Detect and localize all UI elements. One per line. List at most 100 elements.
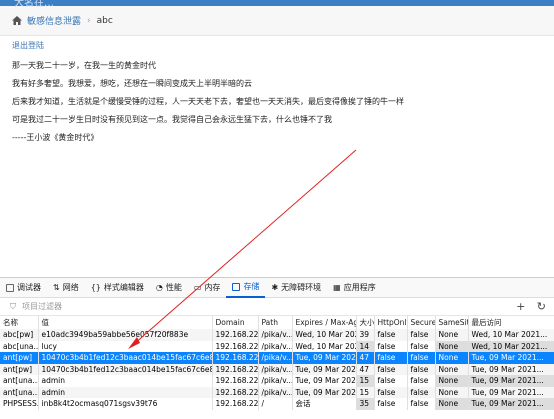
tab-debugger[interactable]: 调试器 [0,278,47,298]
table-cell: 192.168.22... [212,329,259,341]
table-cell: Tue, 09 Mar 2021... [468,363,554,375]
table-cell: false [374,340,408,352]
grid-icon: ▦ [333,283,341,292]
table-cell: Wed, 10 Mar 2021... [468,340,554,352]
table-cell: false [374,352,408,364]
table-cell: None [435,352,469,364]
tab-accessibility[interactable]: ✱ 无障碍环境 [265,278,327,298]
table-cell: 192.168.22... [212,352,259,364]
table-cell: lucy [38,340,213,352]
logout-link[interactable]: 退出登陆 [12,40,44,51]
table-cell: 192.168.22... [212,398,259,410]
tab-label: 无障碍环境 [281,283,322,292]
table-row[interactable]: ant[pw] 10470c3b4b1fed12c3baac014be15fac… [0,363,554,375]
column-header[interactable]: 值 [38,316,213,329]
table-cell: Tue, 09 Mar 2021... [468,352,554,364]
table-cell: PHPSESS... [0,398,39,410]
table-row[interactable]: ant[una... admin 192.168.22... /pika/v..… [0,386,554,398]
add-item-icon[interactable]: + [516,300,525,313]
table-cell: ant[una... [0,375,39,387]
table-cell: 192.168.22... [212,386,259,398]
refresh-icon[interactable]: ↻ [537,300,546,313]
table-cell: false [407,363,436,375]
table-cell: 39 [356,329,375,341]
poem-line: 可是我过二十一岁生日时没有预见到这一点。我觉得自己会永远生猛下去，什么也锤不了我 [12,115,332,124]
table-cell: 47 [356,363,375,375]
table-cell: false [407,352,436,364]
table-cell: 10470c3b4b1fed12c3baac014be15fac67c6e815 [38,352,213,364]
table-cell: 15 [356,375,375,387]
table-cell: abc[pw] [0,329,39,341]
table-row[interactable]: abc[una... lucy 192.168.22... /pika/v...… [0,340,554,352]
table-cell: 192.168.22... [212,375,259,387]
table-cell: Tue, 09 Mar 2021... [292,386,357,398]
tab-label: 应用程序 [343,283,376,292]
table-cell: abc[una... [0,340,39,352]
table-row-selected[interactable]: ant[pw] 10470c3b4b1fed12c3baac014be15fac… [0,352,554,364]
column-header[interactable]: Expires / Max-Age [292,316,357,329]
column-header[interactable]: Path [258,316,293,329]
breadcrumb-section-link[interactable]: 敏感信息泄露 [27,14,81,27]
cookie-table: 名称 值 Domain Path Expires / Max-Age 大小 Ht… [0,316,554,410]
table-cell: /pika/v... [258,386,293,398]
table-cell: 192.168.22... [212,340,259,352]
table-cell: Tue, 09 Mar 2021... [292,363,357,375]
table-cell: /pika/v... [258,375,293,387]
table-cell: 192.168.22... [212,363,259,375]
column-header[interactable]: Secure [407,316,436,329]
tab-application[interactable]: ▦ 应用程序 [327,278,382,298]
poem-line: 后来我才知道，生活就是个缓慢受锤的过程，人一天天老下去，奢望也一天天消失，最后变… [12,97,404,106]
table-cell: Tue, 09 Mar 2021... [292,375,357,387]
table-cell: ant[pw] [0,352,39,364]
home-icon[interactable] [12,16,22,25]
tab-label: 样式编辑器 [103,283,144,292]
table-cell: false [374,363,408,375]
tab-label: 调试器 [17,283,41,292]
table-cell: None [435,329,469,341]
table-cell: None [435,363,469,375]
table-row[interactable]: abc[pw] e10adc3949ba59abbe56e057f20f883e… [0,329,554,341]
breadcrumb: 敏感信息泄露 › abc [0,6,554,36]
breadcrumb-separator: › [87,15,91,26]
network-icon: ⇅ [53,283,60,292]
table-row[interactable]: PHPSESS... inb8k4t2ocmasq071sgsv39t76 19… [0,398,554,410]
column-header[interactable]: 最后访问 [468,316,554,329]
breadcrumb-current: abc [96,15,113,26]
table-cell: / [258,398,293,410]
tab-memory[interactable]: ▭ 内存 [188,278,227,298]
column-header[interactable]: HttpOnly [374,316,408,329]
table-cell: inb8k4t2ocmasq071sgsv39t76 [38,398,213,410]
column-header[interactable]: Domain [212,316,259,329]
app-header-bar: 大名在… [0,0,554,9]
table-cell: 35 [356,398,375,410]
table-cell: false [407,386,436,398]
tab-network[interactable]: ⇅ 网络 [47,278,85,298]
poem-text: 那一天我二十一岁，在我一生的黄金时代 我有好多奢望。我想爱，想吃，还想在一瞬间变… [12,57,404,147]
table-row[interactable]: ant[una... admin 192.168.22... /pika/v..… [0,375,554,387]
table-cell: /pika/v... [258,340,293,352]
brace-icon: {} [90,283,101,292]
table-cell: Tue, 09 Mar 2021... [468,386,554,398]
column-header[interactable]: 名称 [0,316,39,329]
table-cell: admin [38,375,213,387]
table-cell: /pika/v... [258,363,293,375]
devtools-panel: 调试器 ⇅ 网络 {} 样式编辑器 ◔ 性能 ▭ 内存 存储 ✱ 无障碍环境 ▦ 应用程序 … [0,277,554,419]
tab-label: 内存 [204,283,221,292]
table-cell: false [407,398,436,410]
table-cell: false [374,398,408,410]
tab-style-editor[interactable]: {} 样式编辑器 [85,278,150,298]
table-cell: Tue, 09 Mar 2021... [468,398,554,410]
tab-performance[interactable]: ◔ 性能 [150,278,188,298]
table-cell: 14 [356,340,375,352]
table-cell: false [374,329,408,341]
column-header[interactable]: 大小 [356,316,375,329]
filter-input[interactable]: 项目过滤器 [22,301,62,312]
table-cell: ant[una... [0,386,39,398]
filter-icon: ⛉ [10,301,16,311]
table-cell: None [435,375,469,387]
column-header[interactable]: SameSite [435,316,469,329]
table-cell: 会话 [292,398,357,410]
table-cell: false [407,375,436,387]
table-cell: /pika/v... [258,329,293,341]
tab-storage[interactable]: 存储 [226,278,266,298]
